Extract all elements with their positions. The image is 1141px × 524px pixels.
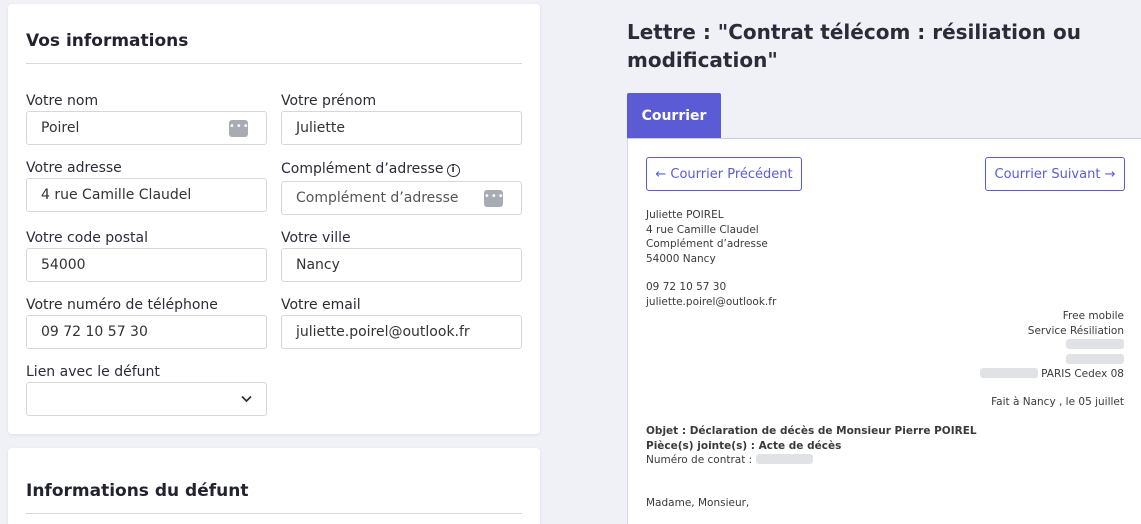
code-postal-input[interactable]: 54000 bbox=[26, 248, 267, 282]
previous-letter-button[interactable]: ← Courrier Précédent bbox=[646, 157, 802, 191]
object-line: Objet : Déclaration de décès de Monsieur… bbox=[646, 425, 977, 437]
complement-placeholder: Complément d’adresse bbox=[296, 190, 459, 206]
contract-number-line: Numéro de contrat : bbox=[646, 453, 977, 468]
sender-email: juliette.poirel@outlook.fr bbox=[646, 295, 777, 308]
complement-label-wrap: Complément d’adresse i bbox=[281, 161, 460, 177]
salutation: Madame, Monsieur, bbox=[646, 497, 750, 509]
nom-input[interactable]: Poirel ••• bbox=[26, 111, 267, 145]
autofill-dots-icon[interactable]: ••• bbox=[484, 190, 504, 207]
code-postal-label: Votre code postal bbox=[26, 230, 148, 246]
section-divider bbox=[26, 63, 522, 64]
adresse-value: 4 rue Camille Claudel bbox=[41, 187, 192, 203]
prenom-input[interactable]: Juliette bbox=[281, 111, 522, 145]
nom-value: Poirel bbox=[41, 120, 80, 136]
ville-input[interactable]: Nancy bbox=[281, 248, 522, 282]
recipient-service: Service Résiliation bbox=[1027, 324, 1124, 337]
recipient-city: PARIS Cedex 08 bbox=[1041, 368, 1124, 380]
sender-block: Juliette POIREL 4 rue Camille Claudel Co… bbox=[646, 208, 768, 266]
vos-informations-card: Vos informations Votre nom Poirel ••• Vo… bbox=[8, 4, 540, 434]
letter-title: Lettre : "Contrat télécom : résiliation … bbox=[627, 20, 1081, 72]
section-divider bbox=[26, 513, 522, 514]
recipient-name: Free mobile bbox=[1062, 310, 1124, 322]
telephone-value: 09 72 10 57 30 bbox=[41, 324, 148, 340]
place-date: Fait à Nancy , le 05 juillet bbox=[991, 396, 1124, 408]
attachments-line: Pièce(s) jointe(s) : Acte de décès bbox=[646, 439, 842, 452]
sender-street: 4 rue Camille Claudel bbox=[646, 223, 759, 236]
telephone-input[interactable]: 09 72 10 57 30 bbox=[26, 315, 267, 349]
nom-label: Votre nom bbox=[26, 93, 99, 109]
contract-label: Numéro de contrat : bbox=[646, 454, 753, 466]
email-value: juliette.poirel@outlook.fr bbox=[296, 324, 470, 340]
lien-select[interactable] bbox=[26, 382, 267, 416]
sender-phone: 09 72 10 57 30 bbox=[646, 281, 727, 293]
recipient-line-redacted bbox=[980, 338, 1124, 353]
email-input[interactable]: juliette.poirel@outlook.fr bbox=[281, 315, 522, 349]
ville-label: Votre ville bbox=[281, 230, 351, 246]
tab-courrier[interactable]: Courrier bbox=[627, 93, 721, 138]
sender-name: Juliette POIREL bbox=[646, 209, 724, 221]
email-label: Votre email bbox=[281, 297, 361, 313]
letter-preview: ← Courrier Précédent Courrier Suivant → … bbox=[627, 139, 1141, 524]
telephone-label: Votre numéro de téléphone bbox=[26, 297, 218, 313]
chevron-down-icon bbox=[241, 392, 252, 406]
informations-defunt-card: Informations du défunt bbox=[8, 448, 540, 524]
code-postal-value: 54000 bbox=[41, 257, 86, 273]
ville-value: Nancy bbox=[296, 257, 340, 273]
complement-input[interactable]: Complément d’adresse ••• bbox=[281, 181, 522, 215]
info-icon[interactable]: i bbox=[446, 164, 460, 177]
lien-label: Lien avec le défunt bbox=[26, 364, 160, 380]
adresse-label: Votre adresse bbox=[26, 160, 122, 176]
section-title: Vos informations bbox=[26, 31, 189, 51]
object-block: Objet : Déclaration de décès de Monsieur… bbox=[646, 424, 977, 468]
prenom-value: Juliette bbox=[296, 120, 345, 136]
sender-contact: 09 72 10 57 30 juliette.poirel@outlook.f… bbox=[646, 280, 776, 309]
recipient-block: Free mobile Service Résiliation PARIS Ce… bbox=[980, 309, 1124, 382]
complement-label: Complément d’adresse bbox=[281, 161, 444, 177]
next-letter-button[interactable]: Courrier Suivant → bbox=[985, 157, 1125, 191]
prenom-label: Votre prénom bbox=[281, 93, 377, 109]
recipient-city-line: PARIS Cedex 08 bbox=[980, 367, 1124, 382]
sender-city: 54000 Nancy bbox=[646, 252, 716, 265]
recipient-line-redacted bbox=[980, 353, 1124, 368]
section-title: Informations du défunt bbox=[26, 481, 249, 501]
autofill-dots-icon[interactable]: ••• bbox=[229, 120, 249, 137]
sender-complement: Complément d’adresse bbox=[646, 238, 768, 250]
adresse-input[interactable]: 4 rue Camille Claudel bbox=[26, 178, 267, 212]
